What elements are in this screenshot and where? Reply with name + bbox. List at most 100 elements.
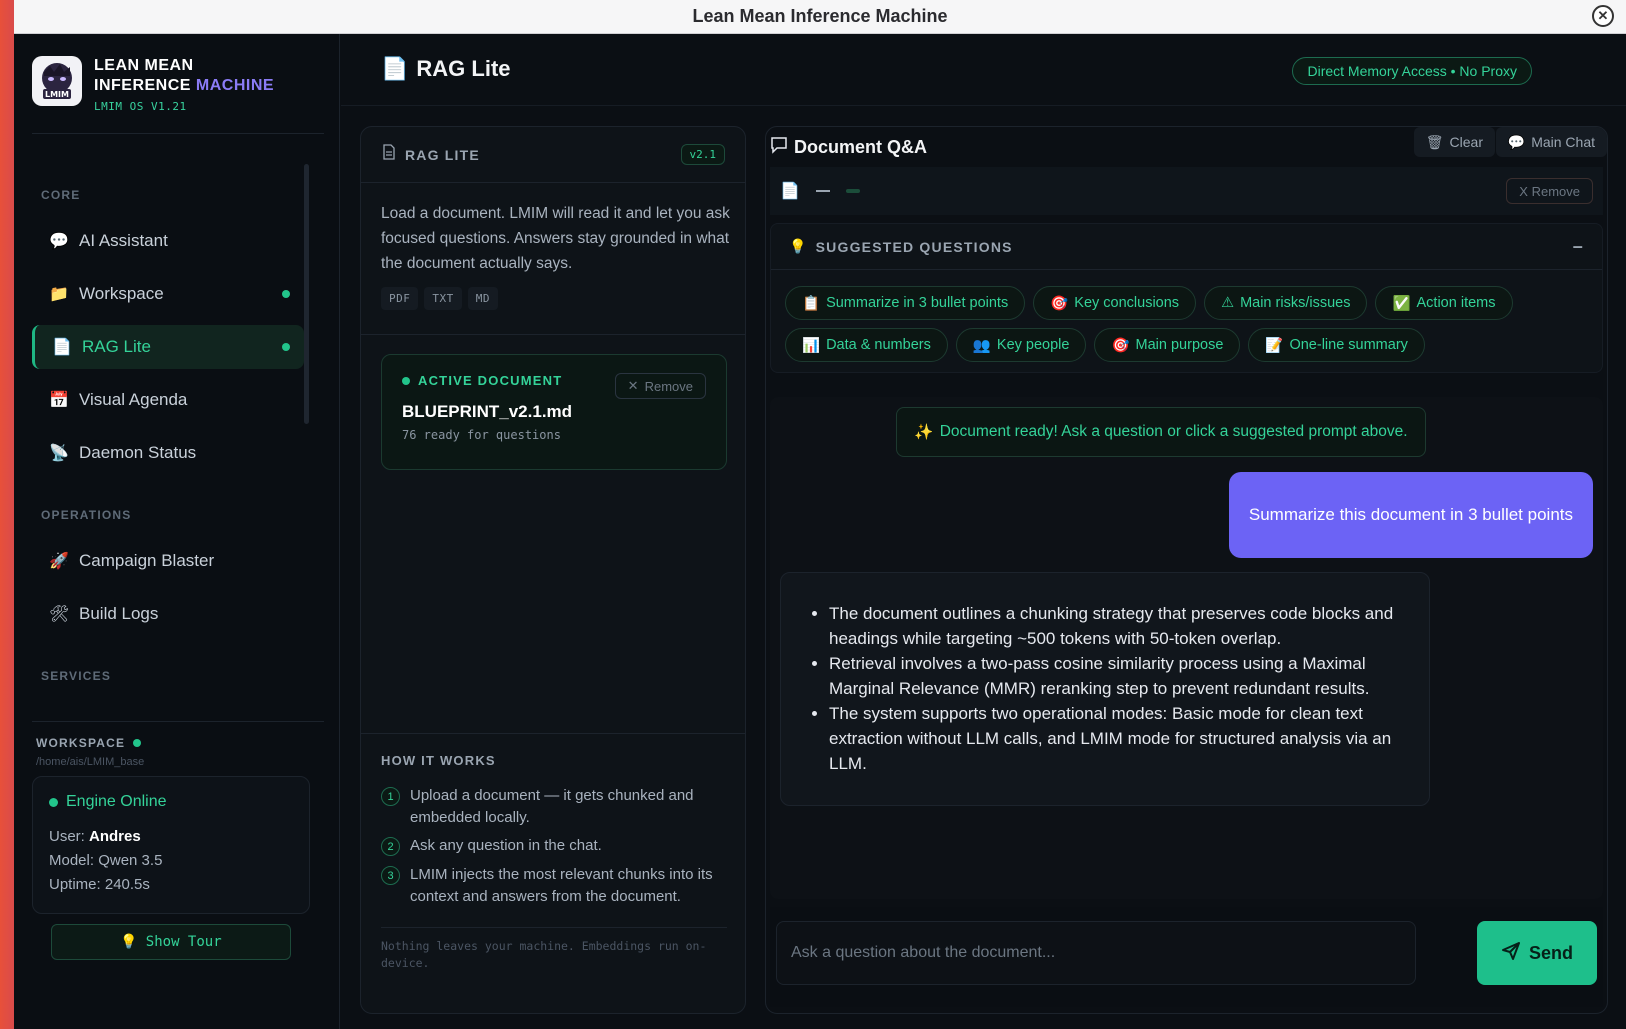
rag-description: Load a document. LMIM will read it and l…	[381, 205, 730, 272]
sidebar-item-ai-assistant[interactable]: 💬 AI Assistant	[32, 219, 304, 263]
sidebar-item-label: Daemon Status	[79, 443, 197, 462]
speech-bubble-icon: 💬	[1507, 133, 1526, 150]
suggestion-chip[interactable]: 📝 One-line summary	[1248, 328, 1425, 362]
tools-icon: 🛠	[49, 606, 70, 623]
format-tag: PDF	[381, 287, 419, 310]
qa-title: Document Q&A	[770, 136, 927, 159]
question-input[interactable]	[776, 921, 1416, 985]
document-icon: 📄	[52, 339, 72, 356]
suggestion-chip[interactable]: 👥 Key people	[955, 328, 1087, 362]
memo-icon: 📝	[1265, 337, 1284, 354]
assistant-message: The document outlines a chunking strateg…	[780, 572, 1430, 806]
suggestion-chip[interactable]: 📋 Summarize in 3 bullet points	[785, 286, 1026, 320]
privacy-footnote: Nothing leaves your machine. Embeddings …	[381, 927, 727, 972]
sidebar-divider	[32, 133, 324, 134]
sidebar-item-campaign-blaster[interactable]: 🚀 Campaign Blaster	[32, 539, 304, 583]
engine-model: Model: Qwen 3.5	[49, 852, 163, 869]
how-step: 2 Ask any question in the chat.	[381, 835, 727, 857]
status-dot	[49, 797, 58, 807]
document-icon: 📄	[780, 183, 800, 200]
sidebar-item-build-logs[interactable]: 🛠 Build Logs	[32, 592, 304, 636]
warning-icon: ⚠	[1221, 295, 1235, 311]
main-chat-button[interactable]: 💬 Main Chat	[1495, 127, 1607, 157]
clear-button[interactable]: 🗑 Clear	[1413, 127, 1495, 157]
people-icon: 👥	[972, 337, 991, 354]
clipboard-icon: 📋	[802, 295, 821, 312]
section-core: CORE	[41, 188, 81, 202]
status-dot	[282, 290, 290, 298]
collapse-button[interactable]: –	[1573, 236, 1584, 257]
app-window: LMIM LEAN MEAN INFERENCE MACHINE LMIM OS…	[14, 34, 1626, 1029]
lightbulb-icon: 💡	[789, 238, 808, 254]
trash-icon: 🗑	[1425, 133, 1444, 150]
engine-uptime: Uptime: 240.5s	[49, 876, 150, 893]
answer-bullet: The document outlines a chunking strateg…	[829, 601, 1405, 651]
section-services: SERVICES	[41, 669, 112, 683]
suggestion-chips: 📋 Summarize in 3 bullet points 🎯 Key concl…	[785, 286, 1585, 362]
suggestion-chip[interactable]: ⚠ Main risks/issues	[1204, 286, 1368, 320]
brand-version: LMIM OS V1.21	[94, 100, 187, 113]
answer-bullet: The system supports two operational mode…	[829, 701, 1405, 776]
document-tag	[845, 189, 860, 193]
suggestion-chip[interactable]: ✅ Action items	[1375, 286, 1513, 320]
sidebar-item-daemon-status[interactable]: 📡 Daemon Status	[32, 431, 304, 475]
sidebar-item-visual-agenda[interactable]: 📅 Visual Agenda	[32, 378, 304, 422]
status-dot	[133, 739, 142, 747]
checkmark-icon: ✅	[1392, 295, 1411, 312]
divider	[361, 733, 745, 734]
chat-area: ✨ Document ready! Ask a question or clic…	[770, 397, 1603, 899]
rag-panel-header: RAG LITE v2.1	[361, 127, 745, 183]
chat-icon	[770, 136, 788, 159]
window-title: Lean Mean Inference Machine	[692, 6, 948, 26]
sidebar-item-label: RAG Lite	[82, 337, 151, 356]
sidebar-item-label: Campaign Blaster	[79, 551, 215, 570]
show-tour-button[interactable]: 💡 Show Tour	[51, 924, 291, 960]
target-icon: 🎯	[1050, 295, 1069, 312]
svg-text:LMIM: LMIM	[45, 90, 69, 99]
step-number: 2	[381, 837, 400, 856]
rocket-icon: 🚀	[49, 553, 69, 570]
user-message: Summarize this document in 3 bullet poin…	[1228, 472, 1593, 558]
document-strip: 📄 X Remove	[770, 167, 1603, 215]
qa-header: Document Q&A 🗑 Clear 💬 Main Chat	[766, 127, 1607, 163]
sidebar-item-label: Workspace	[79, 284, 164, 303]
file-icon	[381, 144, 397, 165]
document-placeholder	[815, 190, 830, 192]
workspace-path: /home/ais/LMIM_base	[36, 756, 145, 768]
speech-bubble-icon: 💬	[49, 233, 69, 250]
how-step: 1 Upload a document — it gets chunked an…	[381, 785, 727, 829]
brand-line2-b: MACHINE	[195, 77, 275, 94]
satellite-icon: 📡	[49, 445, 69, 462]
answer-list: The document outlines a chunking strateg…	[829, 601, 1405, 776]
document-icon: 📄	[381, 56, 409, 81]
how-it-works-title: HOW IT WORKS	[381, 753, 496, 768]
page-title: 📄 RAG Lite	[381, 56, 511, 81]
sparkles-icon: ✨	[914, 423, 934, 441]
engine-status-card: Engine Online User: Andres Model: Qwen 3…	[32, 776, 310, 914]
suggestion-chip[interactable]: 📊 Data & numbers	[785, 328, 948, 362]
engine-user: User: Andres	[49, 828, 141, 845]
close-icon: ✕	[627, 378, 639, 393]
version-badge: v2.1	[680, 144, 725, 165]
brand-line1: LEAN MEAN	[94, 57, 194, 74]
sidebar-item-rag-lite[interactable]: 📄 RAG Lite	[32, 325, 304, 369]
remove-document-button[interactable]: ✕ Remove	[614, 373, 706, 399]
sidebar-item-workspace[interactable]: 📁 Workspace	[32, 272, 304, 316]
send-button[interactable]: Send	[1477, 921, 1597, 985]
brand: LMIM LEAN MEAN INFERENCE MACHINE LMIM OS…	[32, 56, 274, 113]
sidebar-scrollbar[interactable]	[304, 164, 309, 424]
rag-panel: RAG LITE v2.1 Load a document. LMIM will…	[360, 126, 746, 1014]
close-icon[interactable]: ✕	[1592, 5, 1614, 27]
step-number: 1	[381, 787, 400, 806]
input-row: Send	[770, 907, 1603, 1007]
brand-line2-a: INFERENCE	[94, 77, 191, 94]
sidebar-divider	[32, 721, 324, 722]
remove-button[interactable]: X Remove	[1506, 178, 1593, 204]
sidebar: LMIM LEAN MEAN INFERENCE MACHINE LMIM OS…	[14, 34, 340, 1029]
suggestion-chip[interactable]: 🎯 Key conclusions	[1033, 286, 1197, 320]
document-status: 76 ready for questions	[402, 428, 561, 442]
suggestion-chip[interactable]: 🎯 Main purpose	[1094, 328, 1241, 362]
sidebar-item-label: Build Logs	[79, 604, 159, 623]
rag-panel-title: RAG LITE	[405, 146, 480, 163]
section-operations: OPERATIONS	[41, 508, 132, 522]
